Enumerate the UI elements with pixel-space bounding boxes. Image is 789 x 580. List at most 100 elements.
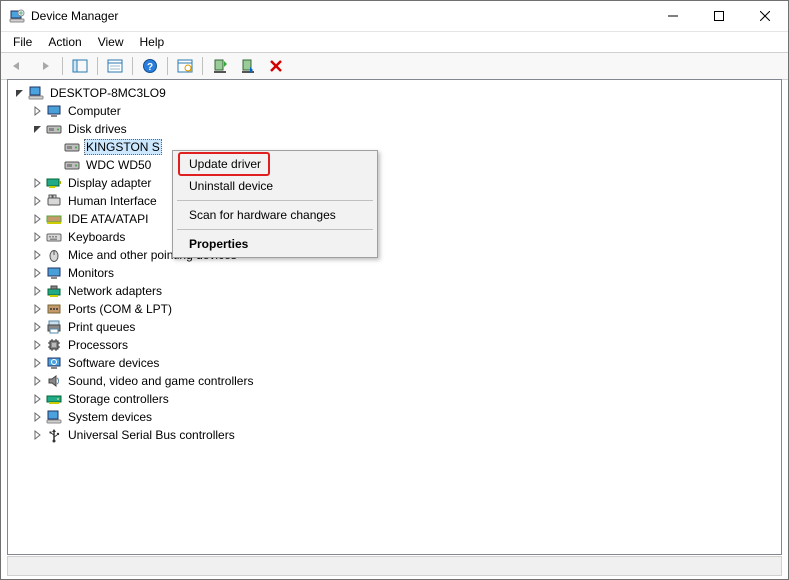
display-adapter-icon [46, 175, 62, 191]
tree-node-label[interactable]: Disk drives [66, 121, 129, 137]
tree-node[interactable]: Keyboards [12, 228, 781, 246]
expander-icon[interactable] [30, 211, 46, 227]
tree-node[interactable]: Processors [12, 336, 781, 354]
software-icon [46, 355, 62, 371]
tree-node[interactable]: Disk drives [12, 120, 781, 138]
tree-node[interactable]: Universal Serial Bus controllers [12, 426, 781, 444]
help-button[interactable]: ? [137, 54, 163, 78]
tree-node-label[interactable]: Computer [66, 103, 123, 119]
properties-button[interactable] [102, 54, 128, 78]
tree-node[interactable]: Print queues [12, 318, 781, 336]
expander-icon[interactable] [30, 409, 46, 425]
titlebar: Device Manager [1, 1, 788, 32]
tree-node[interactable]: Mice and other pointing devices [12, 246, 781, 264]
toolbar: ? [1, 52, 788, 80]
close-button[interactable] [742, 1, 788, 31]
tree-node[interactable]: Computer [12, 102, 781, 120]
system-icon [46, 409, 62, 425]
expander-icon[interactable] [30, 247, 46, 263]
tree-node-label[interactable]: System devices [66, 409, 154, 425]
usb-icon [46, 427, 62, 443]
toolbar-separator [167, 57, 168, 75]
tree-node[interactable]: Software devices [12, 354, 781, 372]
tree-node-label[interactable]: Ports (COM & LPT) [66, 301, 174, 317]
disk-icon [46, 121, 62, 137]
tree-node-label[interactable]: IDE ATA/ATAPI [66, 211, 150, 227]
device-tree[interactable]: DESKTOP-8MC3LO9 Computer Disk drives KINGST… [8, 80, 781, 444]
tree-node[interactable]: Monitors [12, 264, 781, 282]
expander-icon[interactable] [30, 283, 46, 299]
hid-icon [46, 193, 62, 209]
ide-icon [46, 211, 62, 227]
tree-node-label[interactable]: Storage controllers [66, 391, 171, 407]
context-separator [177, 229, 373, 230]
tree-node-label[interactable]: Processors [66, 337, 130, 353]
tree-node[interactable]: Sound, video and game controllers [12, 372, 781, 390]
expander-icon[interactable] [30, 193, 46, 209]
ports-icon [46, 301, 62, 317]
tree-node-label[interactable]: Sound, video and game controllers [66, 373, 255, 389]
tree-node-label[interactable]: Display adapter [66, 175, 153, 191]
tree-node[interactable]: Network adapters [12, 282, 781, 300]
tree-node[interactable]: DESKTOP-8MC3LO9 [12, 84, 781, 102]
menubar: File Action View Help [1, 32, 788, 52]
scan-hardware-button[interactable] [172, 54, 198, 78]
tree-node-label[interactable]: Software devices [66, 355, 161, 371]
tree-node-label[interactable]: KINGSTON S [84, 139, 162, 155]
expander-icon[interactable] [30, 265, 46, 281]
printer-icon [46, 319, 62, 335]
expander-icon[interactable] [30, 301, 46, 317]
update-driver-button[interactable] [207, 54, 233, 78]
menu-help[interactable]: Help [132, 33, 173, 51]
tree-node-label[interactable]: Monitors [66, 265, 116, 281]
show-hidden-button[interactable] [67, 54, 93, 78]
expander-icon[interactable] [30, 121, 46, 137]
context-properties[interactable]: Properties [175, 233, 375, 255]
context-uninstall-device[interactable]: Uninstall device [175, 175, 375, 197]
tree-node-label[interactable]: WDC WD50 [84, 157, 153, 173]
disk-icon [64, 157, 80, 173]
expander-icon[interactable] [30, 319, 46, 335]
tree-node[interactable]: System devices [12, 408, 781, 426]
expander-icon[interactable] [30, 391, 46, 407]
expander-icon[interactable] [30, 103, 46, 119]
expander-icon[interactable] [30, 427, 46, 443]
uninstall-device-button[interactable] [263, 54, 289, 78]
tree-node[interactable]: WDC WD50 [12, 156, 781, 174]
tree-node[interactable]: KINGSTON S [12, 138, 781, 156]
tree-node[interactable]: IDE ATA/ATAPI [12, 210, 781, 228]
cpu-icon [46, 337, 62, 353]
tree-node[interactable]: Human Interface [12, 192, 781, 210]
forward-button[interactable] [32, 54, 58, 78]
toolbar-separator [97, 57, 98, 75]
menu-view[interactable]: View [90, 33, 132, 51]
tree-node[interactable]: Storage controllers [12, 390, 781, 408]
tree-node-label[interactable]: Universal Serial Bus controllers [66, 427, 237, 443]
menu-file[interactable]: File [5, 33, 40, 51]
menu-action[interactable]: Action [40, 33, 89, 51]
minimize-button[interactable] [650, 1, 696, 31]
monitor-icon [46, 103, 62, 119]
back-button[interactable] [4, 54, 30, 78]
expander-icon[interactable] [30, 175, 46, 191]
device-tree-panel[interactable]: DESKTOP-8MC3LO9 Computer Disk drives KINGST… [7, 79, 782, 555]
storage-icon [46, 391, 62, 407]
tree-node[interactable]: Ports (COM & LPT) [12, 300, 781, 318]
tree-node-label[interactable]: Human Interface [66, 193, 159, 209]
expander-icon[interactable] [12, 85, 28, 101]
expander-icon[interactable] [30, 337, 46, 353]
toolbar-separator [132, 57, 133, 75]
disable-device-button[interactable] [235, 54, 261, 78]
tree-node-label[interactable]: Keyboards [66, 229, 127, 245]
expander-icon[interactable] [30, 373, 46, 389]
context-update-driver[interactable]: Update driver [175, 153, 375, 175]
maximize-button[interactable] [696, 1, 742, 31]
tree-node-label[interactable]: Network adapters [66, 283, 164, 299]
context-scan-hardware[interactable]: Scan for hardware changes [175, 204, 375, 226]
window-title: Device Manager [31, 9, 118, 23]
tree-node[interactable]: Display adapter [12, 174, 781, 192]
expander-icon[interactable] [30, 229, 46, 245]
tree-node-label[interactable]: DESKTOP-8MC3LO9 [48, 85, 168, 101]
expander-icon[interactable] [30, 355, 46, 371]
tree-node-label[interactable]: Print queues [66, 319, 137, 335]
